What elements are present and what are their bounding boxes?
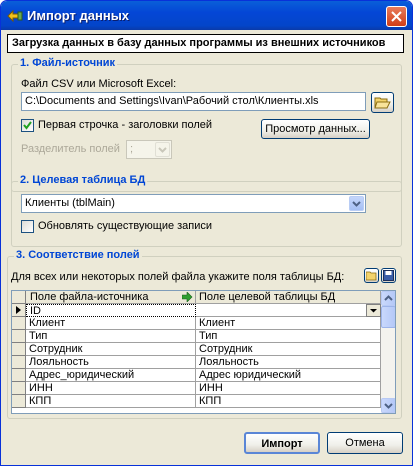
source-field-cell: Тип — [26, 330, 196, 343]
file-label: Файл CSV или Microsoft Excel: — [21, 78, 177, 90]
column-header-target[interactable]: Поле целевой таблицы БД — [196, 291, 381, 304]
source-group-title: 1. Файл-источник — [18, 57, 118, 69]
target-field-cell[interactable] — [196, 304, 381, 317]
source-field-cell: КПП — [26, 395, 196, 408]
dialog-header: Загрузка данных в базу данных программы … — [7, 34, 404, 53]
target-table-dropdown-button[interactable] — [349, 196, 364, 211]
row-selector[interactable] — [12, 356, 26, 369]
preview-data-button[interactable]: Просмотр данных... — [261, 119, 370, 139]
file-path-field[interactable]: C:\Documents and Settings\Ivan\Рабочий с… — [21, 92, 366, 111]
save-mapping-button[interactable] — [381, 268, 396, 283]
update-existing-checkbox[interactable] — [21, 220, 34, 233]
row-selector[interactable] — [12, 395, 26, 408]
chevron-down-icon — [370, 309, 377, 313]
table-row[interactable]: ИНН ИНН — [12, 382, 381, 395]
corner-cell — [12, 291, 26, 304]
scroll-up-button[interactable] — [381, 291, 395, 306]
chevron-down-icon — [384, 403, 393, 409]
open-folder-icon — [366, 271, 377, 281]
title-bar[interactable]: Импорт данных — [1, 1, 412, 30]
column-header-source[interactable]: Поле файла-источника — [26, 291, 196, 304]
mapping-instruction: Для всех или некоторых полей файла укажи… — [11, 271, 345, 283]
row-selector[interactable] — [12, 382, 26, 395]
row-selector[interactable] — [12, 317, 26, 330]
target-field-cell[interactable]: Клиент — [196, 317, 381, 330]
import-dialog: Импорт данных Загрузка данных в базу дан… — [0, 0, 413, 466]
browse-button[interactable] — [371, 92, 394, 113]
chevron-down-icon — [158, 147, 167, 153]
table-row[interactable]: Лояльность Лояльность — [12, 356, 381, 369]
target-table-select[interactable]: Клиенты (tblMain) — [21, 194, 366, 213]
chevron-up-icon — [384, 295, 393, 301]
source-field-cell: Сотрудник — [26, 343, 196, 356]
field-mapping-grid: Поле файла-источника Поле целевой таблиц… — [11, 290, 396, 414]
target-field-cell[interactable]: Адрес юридический — [196, 369, 381, 382]
window-title: Импорт данных — [27, 8, 130, 23]
scroll-thumb[interactable] — [381, 306, 395, 328]
target-field-dropdown-button[interactable] — [366, 304, 381, 317]
cancel-button[interactable]: Отмена — [327, 432, 403, 454]
open-folder-icon — [374, 97, 391, 109]
table-row[interactable]: Адрес_юридический Адрес юридический — [12, 369, 381, 382]
first-row-headers-label: Первая строчка - заголовки полей — [38, 119, 213, 131]
target-group: 2. Целевая таблица БД — [11, 174, 402, 247]
target-field-cell[interactable]: ИНН — [196, 382, 381, 395]
dialog-body: Загрузка данных в базу данных программы … — [5, 30, 408, 461]
target-table-value: Клиенты (tblMain) — [25, 197, 115, 209]
target-field-cell[interactable]: КПП — [196, 395, 381, 408]
close-button[interactable] — [386, 6, 407, 27]
grid-scrollbar[interactable] — [381, 291, 395, 413]
arrow-right-icon — [182, 292, 193, 302]
mapping-group-title: 3. Соответствие полей — [14, 249, 142, 261]
chevron-down-icon — [352, 201, 361, 207]
target-field-cell[interactable]: Тип — [196, 330, 381, 343]
current-row-icon — [16, 306, 21, 314]
save-icon — [383, 270, 394, 281]
scroll-down-button[interactable] — [381, 398, 395, 413]
target-field-cell[interactable]: Сотрудник — [196, 343, 381, 356]
row-selector[interactable] — [12, 369, 26, 382]
table-row[interactable]: ID — [12, 304, 381, 317]
import-button[interactable]: Импорт — [244, 432, 320, 454]
source-field-cell: Адрес_юридический — [26, 369, 196, 382]
source-field-cell: Клиент — [26, 317, 196, 330]
load-mapping-button[interactable] — [364, 268, 379, 283]
grid-header-row: Поле файла-источника Поле целевой таблиц… — [12, 291, 381, 304]
separator-label: Разделитель полей — [21, 143, 120, 155]
column-header-source-label: Поле файла-источника — [30, 291, 149, 303]
source-field-cell: ИНН — [26, 382, 196, 395]
row-selector[interactable] — [12, 330, 26, 343]
table-row[interactable]: Клиент Клиент — [12, 317, 381, 330]
source-field-cell: ID — [26, 304, 196, 317]
separator-value: ; — [130, 143, 134, 155]
update-existing-label: Обновлять существующие записи — [38, 220, 213, 232]
first-row-headers-checkbox[interactable] — [21, 119, 34, 132]
separator-dropdown-button[interactable] — [155, 142, 170, 157]
separator-select[interactable]: ; — [126, 140, 172, 159]
target-field-cell[interactable]: Лояльность — [196, 356, 381, 369]
app-icon — [7, 9, 23, 23]
source-field-cell: Лояльность — [26, 356, 196, 369]
table-row[interactable]: Сотрудник Сотрудник — [12, 343, 381, 356]
table-row[interactable]: КПП КПП — [12, 395, 381, 408]
row-selector[interactable] — [12, 343, 26, 356]
target-group-title: 2. Целевая таблица БД — [18, 174, 148, 186]
close-icon — [391, 11, 402, 22]
row-selector[interactable] — [12, 304, 26, 317]
table-row[interactable]: Тип Тип — [12, 330, 381, 343]
checkmark-icon — [23, 121, 32, 130]
